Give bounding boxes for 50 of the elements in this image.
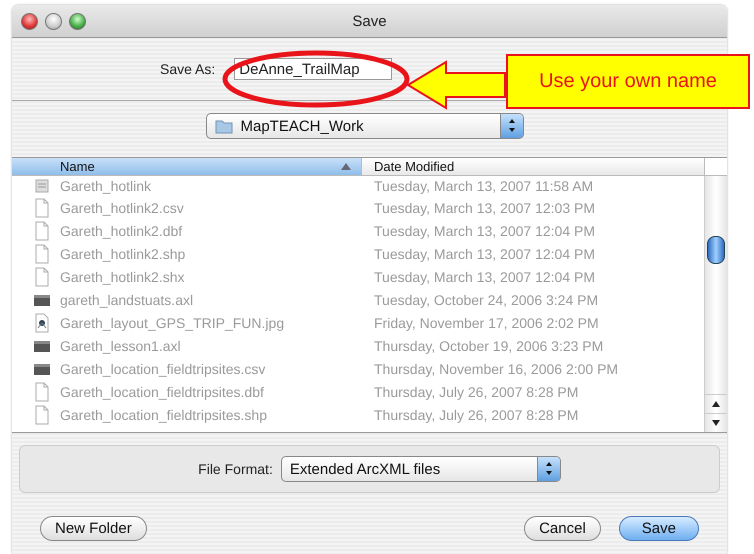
dialog-button[interactable]: Save <box>618 516 699 541</box>
file-name: gareth_landstuats.axl <box>60 292 194 308</box>
date-cell-text: Tuesday, March 13, 2007 12:04 PM <box>373 268 596 284</box>
zoom-button[interactable] <box>69 12 86 30</box>
date-cell-text: Friday, November 17, 2006 2:02 PM <box>373 314 599 330</box>
minimize-button[interactable] <box>45 12 62 30</box>
folder-icon <box>214 118 232 134</box>
filename-field[interactable]: DeAnne_TrailMap <box>234 58 392 80</box>
column-header[interactable]: Name <box>12 158 362 175</box>
file-name: Gareth_hotlink2.shx <box>60 268 185 284</box>
scroll-thumb[interactable] <box>707 236 725 264</box>
stepper-icon <box>500 114 522 138</box>
window-title: Save <box>351 12 388 30</box>
stepper-icon <box>536 457 560 481</box>
document-icon <box>34 198 50 218</box>
scroll-bar[interactable] <box>704 176 727 432</box>
file-name: Gareth_location_fieldtripsites.shp <box>60 406 268 422</box>
file-name: Gareth_hotlink2.csv <box>60 200 184 216</box>
dialog-button[interactable]: Cancel <box>524 516 601 541</box>
document-icon <box>34 220 50 240</box>
close-button[interactable] <box>21 12 38 30</box>
sort-icon <box>341 163 351 170</box>
column-header[interactable]: Date Modified <box>362 158 705 175</box>
date-cell-text: Tuesday, October 24, 2006 3:24 PM <box>373 292 598 308</box>
file-name: Gareth_lesson1.axl <box>60 338 181 354</box>
date-cell-text: Thursday, July 26, 2007 8:28 PM <box>373 406 578 422</box>
field-label: Save As: <box>160 61 216 77</box>
document-icon <box>34 404 50 424</box>
file-name: Gareth_hotlink2.shp <box>60 246 186 262</box>
file-name: Gareth_location_fieldtripsites.dbf <box>60 384 264 400</box>
date-cell-text: Tuesday, March 13, 2007 12:04 PM <box>373 222 596 238</box>
image-file-icon <box>34 312 50 332</box>
folder-popup[interactable]: MapTEACH_Work <box>206 113 524 139</box>
date-cell-text: Thursday, November 16, 2006 2:00 PM <box>373 360 618 376</box>
document-icon <box>34 382 50 402</box>
document-icon <box>34 244 50 264</box>
document-icon <box>34 266 50 286</box>
field-label: File Format: <box>198 461 273 477</box>
file-name: Gareth_hotlink <box>60 178 152 194</box>
date-cell-text: Tuesday, March 13, 2007 12:03 PM <box>373 200 596 216</box>
date-cell-text: Thursday, October 19, 2006 3:23 PM <box>373 338 604 354</box>
dialog-button[interactable]: New Folder <box>40 516 147 541</box>
file-name: Gareth_location_fieldtripsites.csv <box>60 360 266 376</box>
date-cell-text: Thursday, July 26, 2007 8:28 PM <box>373 384 578 400</box>
date-cell-text: Tuesday, March 13, 2007 12:04 PM <box>373 246 596 262</box>
date-cell-text: Tuesday, March 13, 2007 11:58 AM <box>373 178 594 194</box>
format-popup[interactable]: Extended ArcXML files <box>280 456 561 482</box>
file-name: Gareth_hotlink2.dbf <box>60 222 182 238</box>
callout-note: Use your own name <box>506 54 750 109</box>
file-name: Gareth_layout_GPS_TRIP_FUN.jpg <box>60 314 284 330</box>
